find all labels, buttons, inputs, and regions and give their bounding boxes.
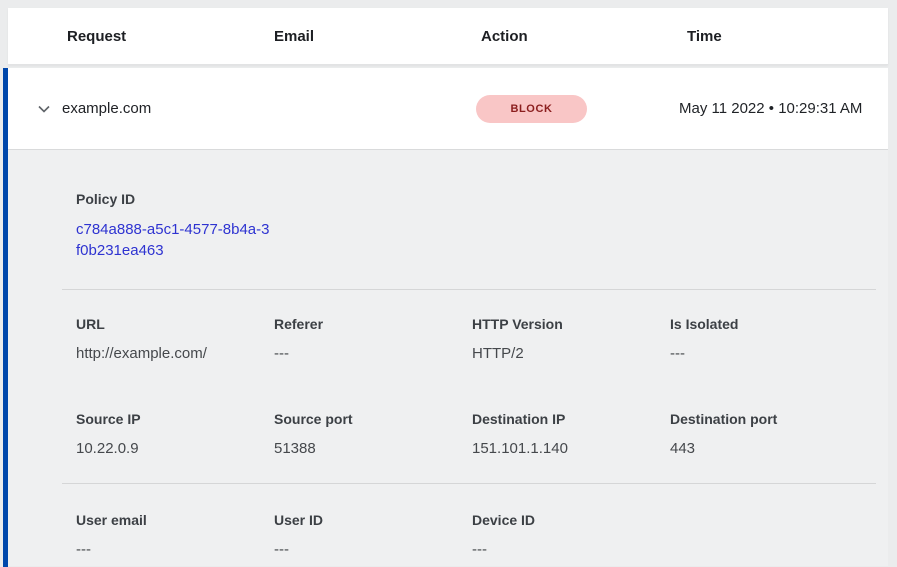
divider xyxy=(62,289,876,290)
action-badge-block: BLOCK xyxy=(476,95,587,123)
chevron-down-icon[interactable] xyxy=(34,99,54,119)
table-header-row: Request Email Action Time xyxy=(8,8,888,65)
row-action: BLOCK xyxy=(476,95,679,123)
field-user-id-label: User ID xyxy=(274,513,472,527)
field-device-id-value: --- xyxy=(472,542,670,557)
column-header-request: Request xyxy=(67,28,274,45)
detail-row-network: Source IP 10.22.0.9 Source port 51388 De… xyxy=(8,412,888,483)
column-header-time: Time xyxy=(687,28,888,45)
field-source-ip-value: 10.22.0.9 xyxy=(76,441,274,456)
field-is-isolated: Is Isolated --- xyxy=(670,317,868,361)
field-destination-ip-label: Destination IP xyxy=(472,412,670,426)
field-http-version: HTTP Version HTTP/2 xyxy=(472,317,670,361)
row-request: example.com xyxy=(62,100,476,117)
field-destination-port-label: Destination port xyxy=(670,412,868,426)
field-is-isolated-label: Is Isolated xyxy=(670,317,868,331)
detail-row-http: URL http://example.com/ Referer --- HTTP… xyxy=(8,317,888,361)
log-table: Request Email Action Time example.com BL… xyxy=(0,0,897,567)
column-header-email: Email xyxy=(274,28,481,45)
field-http-version-label: HTTP Version xyxy=(472,317,670,331)
field-destination-ip-value: 151.101.1.140 xyxy=(472,441,670,456)
field-http-version-value: HTTP/2 xyxy=(472,346,670,361)
policy-id-section: Policy ID c784a888-a5c1-4577-8b4a-3f0b23… xyxy=(8,150,888,289)
field-user-email-value: --- xyxy=(76,542,274,557)
field-referer-label: Referer xyxy=(274,317,472,331)
field-user-id-value: --- xyxy=(274,542,472,557)
policy-id-link[interactable]: c784a888-a5c1-4577-8b4a-3f0b231ea463 xyxy=(76,219,272,261)
field-destination-ip: Destination IP 151.101.1.140 xyxy=(472,412,670,456)
field-source-ip: Source IP 10.22.0.9 xyxy=(76,412,274,456)
field-device-id: Device ID --- xyxy=(472,513,670,557)
detail-panel: Policy ID c784a888-a5c1-4577-8b4a-3f0b23… xyxy=(8,150,888,566)
field-user-id: User ID --- xyxy=(274,513,472,557)
field-source-ip-label: Source IP xyxy=(76,412,274,426)
table-row[interactable]: example.com BLOCK May 11 2022 • 10:29:31… xyxy=(8,68,888,150)
field-empty xyxy=(670,513,868,557)
field-source-port: Source port 51388 xyxy=(274,412,472,456)
expanded-row-section: example.com BLOCK May 11 2022 • 10:29:31… xyxy=(3,68,888,567)
column-header-action: Action xyxy=(481,28,687,45)
field-url-label: URL xyxy=(76,317,274,331)
field-destination-port: Destination port 443 xyxy=(670,412,868,456)
field-device-id-label: Device ID xyxy=(472,513,670,527)
field-is-isolated-value: --- xyxy=(670,346,868,361)
field-url: URL http://example.com/ xyxy=(76,317,274,361)
field-user-email: User email --- xyxy=(76,513,274,557)
field-destination-port-value: 443 xyxy=(670,441,868,456)
field-user-email-label: User email xyxy=(76,513,274,527)
policy-id-label: Policy ID xyxy=(76,192,888,206)
field-source-port-label: Source port xyxy=(274,412,472,426)
field-referer: Referer --- xyxy=(274,317,472,361)
field-source-port-value: 51388 xyxy=(274,441,472,456)
divider xyxy=(62,483,876,484)
detail-row-user: User email --- User ID --- Device ID --- xyxy=(8,513,888,557)
row-time: May 11 2022 • 10:29:31 AM xyxy=(679,97,864,121)
field-referer-value: --- xyxy=(274,346,472,361)
field-url-value: http://example.com/ xyxy=(76,346,274,361)
